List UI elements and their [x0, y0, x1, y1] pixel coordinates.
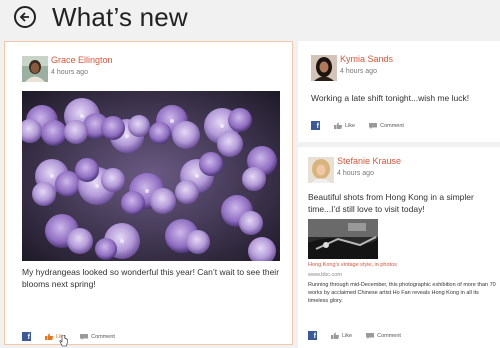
link-thumbnail[interactable] [308, 219, 378, 259]
comment-button[interactable]: Comment [80, 333, 115, 340]
post-text: My hydrangeas looked so wonderful this y… [22, 267, 280, 289]
comment-label: Comment [377, 332, 401, 339]
post-card[interactable]: Stefanie Krause 4 hours ago Beautiful sh… [298, 147, 500, 348]
comment-icon [366, 332, 375, 339]
link-description: Running through mid-December, this photo… [308, 282, 496, 304]
like-label: Like [345, 122, 356, 129]
facebook-icon[interactable]: f [308, 331, 317, 340]
thumbs-up-icon [45, 333, 53, 340]
comment-button[interactable]: Comment [366, 332, 401, 339]
author-name[interactable]: Stefanie Krause [337, 156, 401, 166]
post-text: Beautiful shots from Hong Kong in a simp… [308, 192, 474, 214]
link-domain: www.bbc.com [308, 272, 342, 278]
comment-icon [369, 122, 378, 129]
comment-button[interactable]: Comment [369, 122, 404, 129]
back-button[interactable] [14, 6, 36, 28]
post-timestamp: 4 hours ago [337, 170, 374, 177]
like-button[interactable]: Like [331, 332, 352, 339]
post-text: Working a late shift tonight...wish me l… [311, 93, 470, 103]
link-title[interactable]: Hong Kong’s vintage style, in photos [308, 262, 397, 268]
avatar[interactable] [308, 157, 334, 183]
author-name[interactable]: Kymia Sands [340, 54, 393, 64]
page-title: What’s new [52, 2, 188, 32]
comment-label: Comment [91, 333, 115, 340]
post-card[interactable]: Kymia Sands 4 hours ago Working a late s… [298, 41, 500, 142]
post-timestamp: 4 hours ago [340, 68, 377, 75]
avatar[interactable] [311, 55, 337, 81]
post-timestamp: 4 hours ago [51, 69, 88, 76]
post-card[interactable]: Grace Ellington 4 hours ago My hydrangea… [4, 41, 293, 345]
post-actions: f Like Comment [311, 121, 404, 130]
like-button[interactable]: Like [334, 122, 355, 129]
comment-icon [80, 333, 89, 340]
facebook-icon[interactable]: f [311, 121, 320, 130]
thumbs-up-icon [331, 332, 339, 339]
post-actions: f Like Comment [308, 331, 401, 340]
post-actions: f Like Comment [22, 332, 115, 341]
thumbs-up-icon [334, 122, 342, 129]
facebook-icon[interactable]: f [22, 332, 31, 341]
post-photo[interactable] [22, 91, 280, 261]
like-label: Like [342, 332, 353, 339]
avatar[interactable] [22, 56, 48, 82]
mouse-pointer-icon [59, 335, 68, 347]
comment-label: Comment [380, 122, 404, 129]
author-name[interactable]: Grace Ellington [51, 55, 113, 65]
header: What’s new [0, 0, 500, 38]
back-arrow-icon [19, 12, 29, 22]
